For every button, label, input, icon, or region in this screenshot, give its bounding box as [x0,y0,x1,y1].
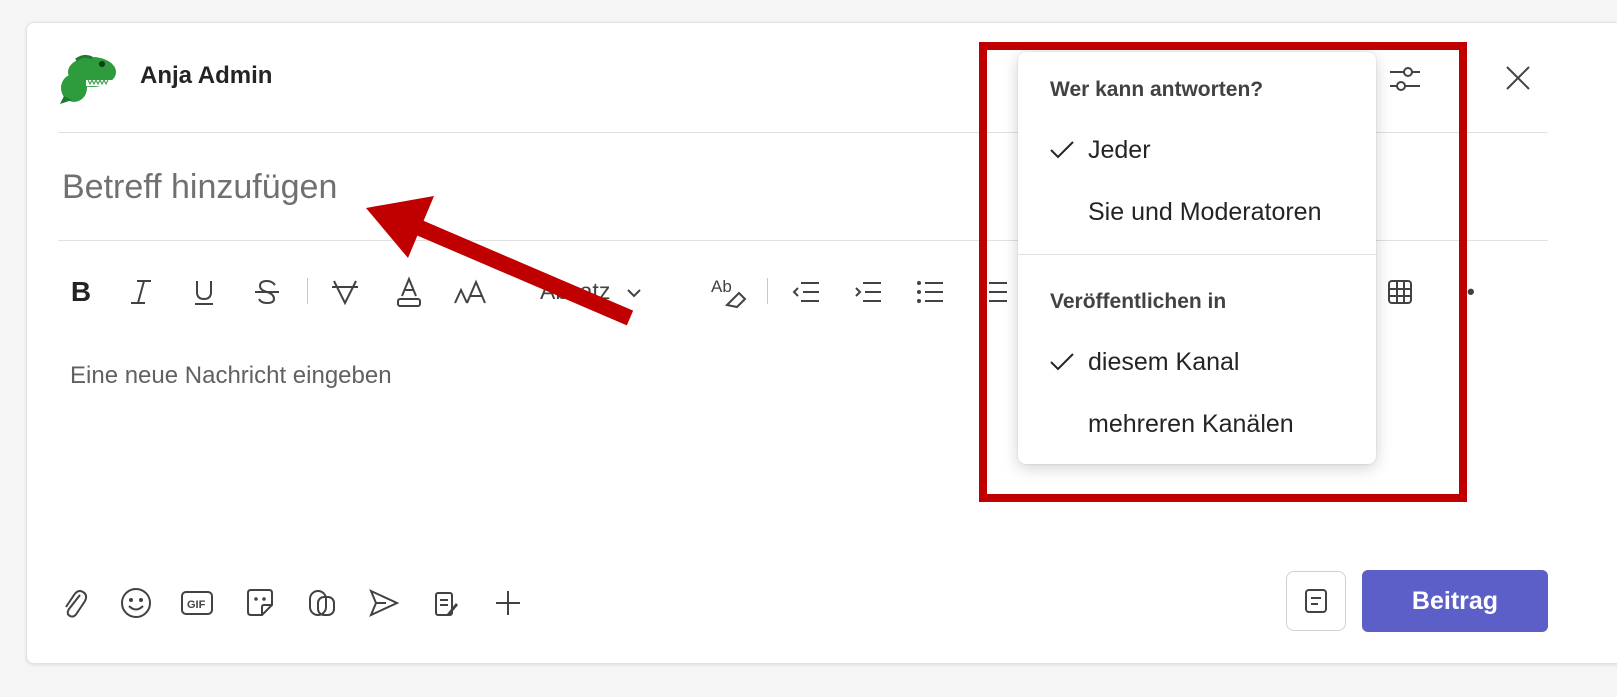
italic-icon[interactable] [126,272,156,312]
toolbar-separator [307,278,308,304]
sticker-icon[interactable] [242,584,278,622]
format-toggle-button[interactable] [1286,571,1346,631]
message-input[interactable]: Eine neue Nachricht eingeben [70,362,392,390]
bulleted-list-icon[interactable] [912,272,948,312]
author-name: Anja Admin [140,62,273,89]
highlight-icon[interactable] [328,272,362,312]
emoji-icon[interactable] [118,584,154,622]
strikethrough-icon[interactable] [250,272,284,312]
bold-icon[interactable]: B [66,272,96,312]
increase-indent-icon[interactable] [850,272,886,312]
annotation-highlight-box [979,42,1467,502]
attach-icon[interactable] [58,584,90,622]
decrease-indent-icon[interactable] [788,272,824,312]
paragraph-dropdown[interactable]: Absatz [540,278,643,305]
clear-format-icon[interactable]: Ab [708,272,748,312]
svg-text:GIF: GIF [187,599,206,611]
close-icon[interactable] [1502,62,1534,94]
svg-text:Ab: Ab [711,277,732,296]
subject-input[interactable]: Betreff hinzufügen [62,168,337,207]
gif-icon[interactable]: GIF [178,584,216,622]
loop-icon[interactable] [304,584,340,622]
chevron-down-icon [627,289,641,298]
dinosaur-avatar-icon [60,54,116,104]
format-toggle-icon [1305,589,1327,613]
schedule-send-icon[interactable] [366,584,402,622]
praise-icon[interactable] [430,584,462,622]
post-button[interactable]: Beitrag [1362,570,1548,632]
font-size-icon[interactable] [452,272,490,312]
plus-icon[interactable] [490,584,526,622]
font-color-icon[interactable] [392,272,426,312]
underline-icon[interactable] [188,272,220,312]
toolbar-separator-2 [767,278,768,304]
paragraph-label: Absatz [540,278,611,304]
